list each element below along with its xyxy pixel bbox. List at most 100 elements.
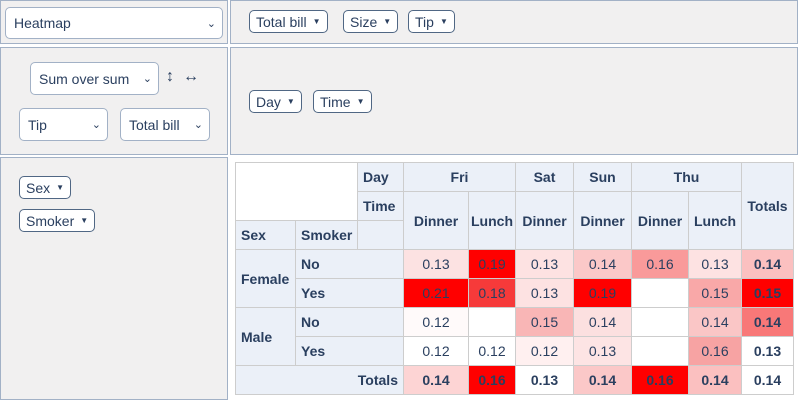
aggregator-select[interactable]: Sum over sum ⌄ [30,62,159,95]
unused-attrs-panel: Total bill ▼ Size ▼ Tip ▼ [230,0,798,44]
col-header-time: Dinner [404,192,469,250]
attr-pill-total-bill[interactable]: Total bill ▼ [249,10,328,33]
heatmap-cell: 0.13 [516,279,574,308]
heatmap-cell: 0.13 [516,250,574,279]
grand-total-cell: 0.14 [742,366,794,395]
chevron-down-icon: ⌄ [193,119,203,131]
pivot-table: Day Time Fri Sat Sun Thu Dinner Lunch Dinner Dinn… [235,162,794,395]
heatmap-cell [632,308,689,337]
heatmap-cell: 0.12 [469,337,516,366]
triangle-down-icon: ▼ [56,183,65,192]
heatmap-cell: 0.14 [689,308,742,337]
row-attr-pill-smoker[interactable]: Smoker ▼ [19,209,96,232]
row-header-smoker: No [296,308,404,337]
row-attr-pill-sex[interactable]: Sex ▼ [19,176,72,199]
attr-pill-label: Total bill [256,13,307,30]
chevron-down-icon: ⌄ [142,73,152,85]
renderer-select-value: Heatmap [14,15,71,31]
row-header-totals: Totals [236,366,404,395]
row-header-sex: Male [236,308,296,366]
heatmap-cell: 0.14 [574,308,632,337]
col-attr-label-time: Time [358,192,404,221]
col-total-cell: 0.13 [516,366,574,395]
aggregator-select-value: Sum over sum [39,70,130,87]
attr-pill-size[interactable]: Size ▼ [343,10,399,33]
row-attrs-panel: Sex ▼ Smoker ▼ [0,157,228,400]
triangle-down-icon: ▼ [80,216,89,225]
attr-pill-label: Time [320,93,351,110]
heatmap-cell: 0.19 [574,279,632,308]
row-total-cell: 0.15 [742,279,794,308]
heatmap-cell [632,279,689,308]
col-header-time: Dinner [516,192,574,250]
col-attr-label-day: Day [358,163,404,192]
attr-pill-label: Day [256,93,281,110]
aggregator-panel: Sum over sum ⌄ ↕ ↔ Tip ⌄ Total bill ⌄ [0,47,228,155]
row-attr-label-sex: Sex [236,221,296,250]
heatmap-cell: 0.16 [689,337,742,366]
aggregator-arg2-select[interactable]: Total bill ⌄ [120,108,210,141]
heatmap-cell: 0.13 [404,250,469,279]
heatmap-cell: 0.12 [404,337,469,366]
row-header-smoker: Yes [296,279,404,308]
col-header-totals: Totals [742,163,794,250]
chevron-down-icon: ⌄ [206,17,216,30]
col-order-icon[interactable]: ↔ [183,68,199,86]
col-attr-pill-day[interactable]: Day ▼ [249,90,302,113]
attr-pill-label: Size [350,13,378,30]
col-total-cell: 0.14 [689,366,742,395]
col-header-time: Dinner [632,192,689,250]
col-header-day: Sun [574,163,632,192]
corner-blank [236,163,358,221]
heatmap-cell: 0.18 [469,279,516,308]
col-header-day: Fri [404,163,516,192]
col-attr-pill-time[interactable]: Time ▼ [313,90,372,113]
attr-pill-label: Smoker [26,212,75,229]
heatmap-cell [469,308,516,337]
row-header-smoker: Yes [296,337,404,366]
aggregator-arg2-value: Total bill [129,116,180,133]
row-order-icon[interactable]: ↕ [166,68,174,86]
col-total-cell: 0.14 [574,366,632,395]
heatmap-cell: 0.12 [404,308,469,337]
col-total-cell: 0.14 [404,366,469,395]
row-header-smoker: No [296,250,404,279]
row-total-cell: 0.14 [742,250,794,279]
col-total-cell: 0.16 [632,366,689,395]
heatmap-cell: 0.12 [516,337,574,366]
heatmap-cell: 0.15 [689,279,742,308]
row-header-sex: Female [236,250,296,308]
renderer-panel: Heatmap ⌄ [0,0,228,44]
attr-pill-tip[interactable]: Tip ▼ [408,10,455,33]
aggregator-arg1-value: Tip [28,116,47,133]
heatmap-cell: 0.16 [632,250,689,279]
row-attr-label-smoker: Smoker [296,221,358,250]
triangle-down-icon: ▼ [439,17,448,26]
row-total-cell: 0.14 [742,308,794,337]
heatmap-cell: 0.19 [469,250,516,279]
col-header-day: Thu [632,163,742,192]
col-header-time: Lunch [469,192,516,250]
heatmap-cell: 0.13 [574,337,632,366]
col-header-day: Sat [516,163,574,192]
triangle-down-icon: ▼ [356,97,365,106]
triangle-down-icon: ▼ [286,97,295,106]
heatmap-cell: 0.14 [574,250,632,279]
heatmap-cell: 0.21 [404,279,469,308]
attr-pill-label: Sex [26,179,51,196]
triangle-down-icon: ▼ [383,17,392,26]
renderer-select[interactable]: Heatmap ⌄ [5,7,223,39]
heatmap-cell [632,337,689,366]
heatmap-cell: 0.13 [689,250,742,279]
triangle-down-icon: ▼ [312,17,321,26]
col-header-time: Lunch [689,192,742,250]
attr-pill-label: Tip [415,13,434,30]
heatmap-cell: 0.15 [516,308,574,337]
row-total-cell: 0.13 [742,337,794,366]
chevron-down-icon: ⌄ [91,119,101,131]
aggregator-arg1-select[interactable]: Tip ⌄ [19,108,108,141]
col-header-time: Dinner [574,192,632,250]
col-total-cell: 0.16 [469,366,516,395]
row-attr-blank [358,221,404,250]
col-attrs-panel: Day ▼ Time ▼ [230,47,798,155]
